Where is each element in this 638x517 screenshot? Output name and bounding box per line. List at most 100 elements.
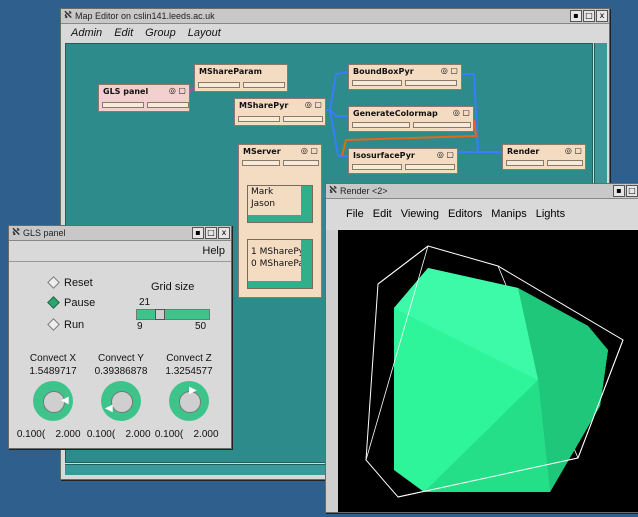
module-render[interactable]: Render ◎ ▢	[502, 144, 586, 170]
module-port[interactable]	[242, 160, 280, 166]
maximize-icon[interactable]: □	[626, 185, 638, 197]
convect-z-label: Convect Z	[166, 353, 212, 364]
menu-group[interactable]: Group	[145, 27, 176, 39]
menu-editors[interactable]: Editors	[448, 208, 482, 220]
module-port[interactable]	[352, 122, 410, 128]
convect-y-dial[interactable]: ◀	[101, 381, 141, 421]
module-isosurfacepyr[interactable]: IsosurfacePyr ◎ ▢	[348, 148, 458, 174]
module-port[interactable]	[405, 80, 457, 86]
module-control-icons[interactable]: ◎ ▢	[453, 108, 470, 117]
module-port[interactable]	[238, 116, 280, 122]
close-icon[interactable]: x	[218, 227, 230, 239]
divider	[9, 261, 231, 262]
module-gls-panel[interactable]: GLS panel ◎ ▢	[98, 84, 190, 112]
grid-size-label: Grid size	[151, 281, 195, 293]
convect-y-value: 0.39386878	[94, 366, 148, 377]
module-port[interactable]	[283, 160, 319, 166]
module-port[interactable]	[547, 160, 583, 166]
radio-diamond-icon	[47, 295, 60, 309]
module-control-icons[interactable]: ◎ ▢	[437, 150, 454, 159]
horizontal-scrollbar[interactable]	[248, 215, 307, 222]
help-menu[interactable]: Help	[202, 245, 225, 257]
module-port[interactable]	[198, 82, 240, 88]
dial-arrow-icon: ◀	[61, 395, 69, 406]
grid-size-value: 21	[139, 297, 151, 308]
render-titlebar[interactable]: ℵ Render <2> ▪ □	[326, 184, 638, 199]
dial-arrow-icon: ▶	[189, 385, 197, 396]
gls-panel-body: Help Reset Pause Run Grid size 21 9 50 C…	[9, 241, 231, 448]
module-control-icons[interactable]: ◎ ▢	[441, 66, 458, 75]
render-window: ℵ Render <2> ▪ □ File Edit Viewing Edito…	[325, 183, 638, 513]
dial-arrow-icon: ◀	[105, 403, 113, 414]
convect-z-value: 1.3254577	[165, 366, 213, 377]
radio-diamond-icon	[47, 317, 60, 331]
module-boundboxpyr[interactable]: BoundBoxPyr ◎ ▢	[348, 64, 462, 90]
slider-thumb[interactable]	[155, 309, 165, 320]
menu-file[interactable]: File	[346, 208, 364, 220]
menu-edit[interactable]: Edit	[373, 208, 392, 220]
x-logo-icon: ℵ	[12, 227, 20, 238]
convect-y-min: 0.100(	[86, 429, 116, 440]
maximize-icon[interactable]: □	[205, 227, 217, 239]
render-title: Render <2>	[340, 186, 388, 196]
module-port[interactable]	[102, 102, 144, 108]
minimize-icon[interactable]: ▪	[570, 10, 582, 22]
module-mshareparam[interactable]: MShareParam	[194, 64, 288, 92]
module-msharepyr[interactable]: MSharePyr ◎ ▢	[234, 98, 326, 126]
dial-knob[interactable]	[111, 391, 133, 413]
menu-lights[interactable]: Lights	[536, 208, 565, 220]
render-menubar: File Edit Viewing Editors Manips Lights	[326, 199, 638, 229]
map-editor-titlebar[interactable]: ℵ Map Editor on cslin141.leeds.ac.uk ▪ □…	[61, 9, 609, 24]
menu-manips[interactable]: Manips	[491, 208, 526, 220]
module-port[interactable]	[352, 80, 402, 86]
minimize-icon[interactable]: ▪	[192, 227, 204, 239]
convect-y-label: Convect Y	[98, 353, 144, 364]
radio-diamond-icon	[47, 275, 60, 289]
convect-z-max: 2.000	[193, 429, 219, 440]
convect-x-max: 2.000	[55, 429, 81, 440]
convect-x-value: 1.5489717	[29, 366, 77, 377]
convect-z-min: 0.100(	[154, 429, 184, 440]
x-logo-icon: ℵ	[329, 185, 337, 196]
maximize-icon[interactable]: □	[583, 10, 595, 22]
isosurface-scene	[365, 245, 624, 498]
close-icon[interactable]: x	[596, 10, 608, 22]
module-generatecolormap[interactable]: GenerateColormap ◎ ▢	[348, 106, 474, 132]
module-port[interactable]	[283, 116, 323, 122]
module-port[interactable]	[147, 102, 189, 108]
gls-panel-titlebar[interactable]: ℵ GLS panel ▪ □ x	[9, 226, 231, 241]
convect-x-label: Convect X	[29, 353, 77, 364]
module-mserver[interactable]: MServer ◎ ▢ Mark Jason 1 MSharePy 0 MSha…	[238, 144, 322, 298]
radio-run[interactable]: Run	[47, 317, 84, 331]
mserver-module-list[interactable]: 1 MSharePy 0 MSharePa	[247, 239, 313, 289]
menu-viewing[interactable]: Viewing	[401, 208, 439, 220]
menu-admin[interactable]: Admin	[71, 27, 102, 39]
horizontal-scrollbar[interactable]	[248, 281, 307, 288]
module-port[interactable]	[506, 160, 544, 166]
menu-layout[interactable]: Layout	[188, 27, 221, 39]
render-viewport[interactable]	[338, 230, 638, 512]
map-editor-menubar: Admin Edit Group Layout	[61, 24, 609, 42]
module-control-icons[interactable]: ◎ ▢	[565, 146, 582, 155]
module-control-icons[interactable]: ◎ ▢	[305, 100, 322, 109]
module-control-icons[interactable]: ◎ ▢	[169, 86, 186, 95]
convect-x-min: 0.100(	[16, 429, 46, 440]
map-editor-title: Map Editor on cslin141.leeds.ac.uk	[75, 11, 215, 21]
convect-z-dial[interactable]: ▶	[169, 381, 209, 421]
module-port[interactable]	[352, 164, 402, 170]
module-port[interactable]	[413, 122, 471, 128]
radio-reset[interactable]: Reset	[47, 275, 93, 289]
grid-size-slider[interactable]	[136, 309, 210, 320]
mserver-user-list[interactable]: Mark Jason	[247, 185, 313, 223]
gls-panel-title: GLS panel	[23, 228, 66, 238]
menu-edit[interactable]: Edit	[114, 27, 133, 39]
module-control-icons[interactable]: ◎ ▢	[301, 146, 318, 155]
grid-size-max: 50	[195, 321, 207, 332]
module-port[interactable]	[243, 82, 285, 88]
minimize-icon[interactable]: ▪	[613, 185, 625, 197]
radio-pause[interactable]: Pause	[47, 295, 95, 309]
grid-size-min: 9	[137, 321, 143, 332]
convect-x-dial[interactable]: ◀	[33, 381, 73, 421]
module-port[interactable]	[405, 164, 455, 170]
x-logo-icon: ℵ	[64, 10, 72, 21]
